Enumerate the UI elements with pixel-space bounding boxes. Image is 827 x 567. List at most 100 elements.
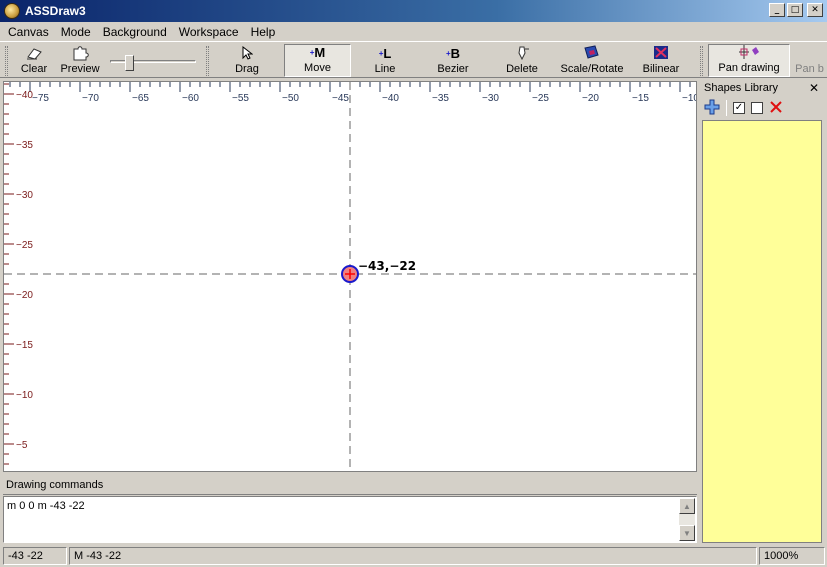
window-controls: _ □ ✕ [769,3,823,17]
pan-background-button[interactable]: Pan b [792,44,827,77]
ruler-x-label: −65 [132,93,149,104]
status-coordinates: -43 -22 [3,547,67,565]
slider-thumb[interactable] [125,55,134,71]
preview-label: Preview [60,63,100,75]
bezier-icon: + B [445,45,461,61]
drawing-commands-textarea[interactable]: m 0 0 m -43 -22 ▲ ▼ [3,496,697,543]
red-x-icon [770,100,782,113]
toolbar-grip[interactable] [5,46,8,76]
clear-button[interactable]: Clear [14,44,54,77]
move-label: Move [304,62,331,74]
bilinear-icon [652,45,670,61]
ruler-y-label: −5 [16,440,28,451]
ruler-y-label: −10 [16,390,33,401]
ruler-x-label: −70 [82,93,99,104]
bezier-button[interactable]: + B Bezier [420,44,486,77]
cursor-icon [241,45,253,61]
line-icon: + L [378,45,392,61]
bezier-label: Bezier [437,63,469,75]
ruler-y-label: −30 [16,190,33,201]
maximize-button[interactable]: □ [787,3,803,17]
close-icon[interactable]: ✕ [809,81,819,95]
delete-label: Delete [506,63,538,75]
ruler-y-label: −40 [16,90,33,101]
bilinear-label: Bilinear [642,63,680,75]
window-title: ASSDraw3 [25,4,86,18]
drag-button[interactable]: Drag [214,44,280,77]
main-toolbar: Clear Preview Drag + M Move + L Line + B Be… [0,41,827,78]
ruler-x-label: −50 [282,93,299,104]
shapes-list[interactable] [702,120,822,543]
menu-bar: Canvas Mode Background Workspace Help [0,22,827,41]
eraser-icon [25,45,43,61]
ruler-y-label: −15 [16,340,33,351]
move-button[interactable]: + M Move [284,44,351,77]
slider-track [110,60,196,63]
ruler-x-label: −30 [482,93,499,104]
clear-label: Clear [20,63,48,75]
select-all-checkbox[interactable]: ✓ [733,102,745,114]
scale-rotate-icon [583,45,601,61]
preview-button[interactable]: Preview [58,44,102,77]
menu-background[interactable]: Background [97,25,173,39]
app-icon [4,3,20,19]
point-coordinate-label: −43,−22 [358,259,417,273]
delete-shape-button[interactable] [769,100,783,117]
ruler-x-label: −55 [232,93,249,104]
ruler-x-label: −60 [182,93,199,104]
ruler-x-label: −75 [32,93,49,104]
scroll-down-button[interactable]: ▼ [679,525,695,541]
line-button[interactable]: + L Line [354,44,416,77]
ruler-x-label: −15 [632,93,649,104]
toolbar-grip[interactable] [206,46,209,76]
scroll-up-button[interactable]: ▲ [679,498,695,514]
ruler-y-label: −20 [16,290,33,301]
ruler-x-label: −40 [382,93,399,104]
close-button[interactable]: ✕ [807,3,823,17]
ruler-y-label: −25 [16,240,33,251]
drawing-canvas[interactable]: −75 −70 −65 −60 −55 −50 −45 −40 −35 −30 −25 −20 −15 −… [3,81,697,472]
pan-drawing-button[interactable]: Pan drawing [708,44,790,77]
title-bar: ASSDraw3 _ □ ✕ [0,0,827,22]
bilinear-button[interactable]: Bilinear [630,44,692,77]
pan-drawing-label: Pan drawing [718,62,780,74]
canvas-svg: −75 −70 −65 −60 −55 −50 −45 −40 −35 −30 −25 −20 −15 −… [4,82,696,471]
status-command: M -43 -22 [69,547,757,565]
move-icon: + M [309,45,326,60]
menu-workspace[interactable]: Workspace [173,25,245,39]
shapes-library-panel: Shapes Library ✕ ✓ [700,78,825,545]
puzzle-icon [71,45,89,61]
pen-delete-icon [514,45,530,61]
pan-background-label: Pan b [795,63,824,75]
drag-label: Drag [235,63,259,75]
select-none-checkbox[interactable] [751,102,763,114]
menu-mode[interactable]: Mode [55,25,97,39]
drawing-commands-title: Drawing commands [3,476,697,495]
toolbar-separator [726,100,727,116]
drawing-commands-text[interactable]: m 0 0 m -43 -22 [7,500,85,512]
ruler-x-label: −35 [432,93,449,104]
add-shape-button[interactable] [704,99,720,118]
ruler-y-label: −35 [16,140,33,151]
drawing-commands-panel: Drawing commands m 0 0 m -43 -22 ▲ ▼ [3,476,697,544]
toolbar-grip[interactable] [700,46,703,76]
delete-button[interactable]: Delete [490,44,554,77]
line-label: Line [374,63,396,75]
ruler-x-label: −10 [682,93,696,104]
minimize-button[interactable]: _ [769,3,785,17]
pan-drawing-icon [738,44,760,60]
plus-icon [704,99,720,114]
commands-scrollbar[interactable]: ▲ ▼ [679,498,695,541]
preview-opacity-slider[interactable] [110,55,196,71]
ruler-x-label: −25 [532,93,549,104]
menu-help[interactable]: Help [245,25,282,39]
shapes-library-title: Shapes Library [704,82,778,94]
status-bar: -43 -22 M -43 -22 1000% [0,545,827,567]
scale-rotate-button[interactable]: Scale/Rotate [558,44,626,77]
shapes-toolbar: ✓ [700,98,825,118]
ruler-x-label: −45 [332,93,349,104]
status-zoom: 1000% [759,547,825,565]
ruler-x-label: −20 [582,93,599,104]
scale-rotate-label: Scale/Rotate [560,63,624,75]
menu-canvas[interactable]: Canvas [2,25,55,39]
